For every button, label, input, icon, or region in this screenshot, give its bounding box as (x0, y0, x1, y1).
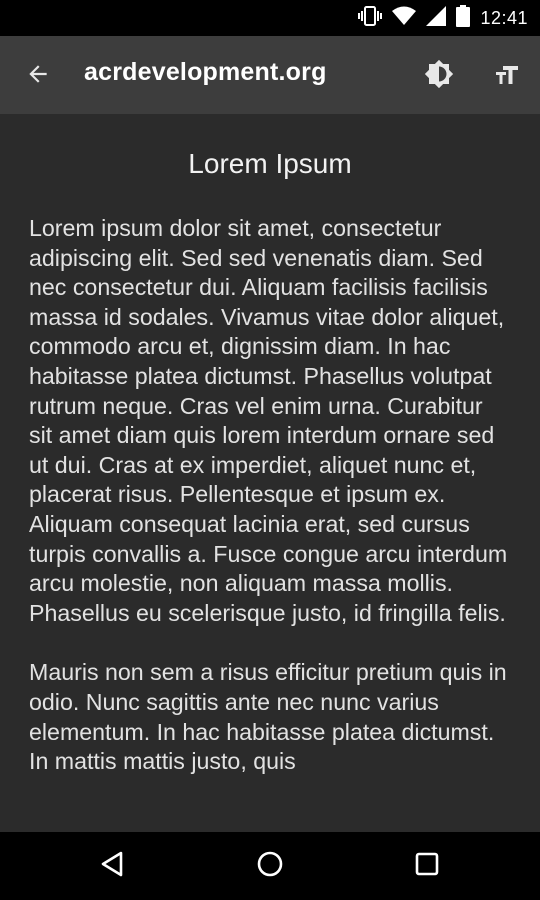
status-icons: 12:41 (358, 0, 528, 36)
status-time: 12:41 (480, 7, 528, 28)
article-paragraph: Mauris non sem a risus efficitur pretium… (29, 659, 507, 775)
page-title: acrdevelopment.org (84, 58, 327, 86)
system-nav-bar (0, 832, 540, 900)
nav-home-button[interactable] (246, 846, 294, 886)
vibrate-icon (358, 5, 383, 32)
brightness-icon (424, 59, 454, 94)
back-button[interactable] (18, 56, 58, 96)
text-size-button[interactable] (486, 55, 528, 97)
article-content[interactable]: Lorem Ipsum Lorem ipsum dolor sit amet, … (0, 114, 540, 832)
nav-recents-button[interactable] (403, 846, 451, 886)
article-title: Lorem Ipsum (188, 148, 352, 179)
arrow-back-icon (25, 61, 51, 92)
cell-signal-icon (426, 5, 447, 31)
nav-back-button[interactable] (88, 846, 136, 886)
recents-square-icon (414, 851, 440, 882)
battery-icon (456, 4, 471, 32)
home-circle-icon (256, 850, 284, 883)
article-paragraph: Lorem ipsum dolor sit amet, consectetur … (29, 215, 508, 626)
text-size-icon (494, 63, 520, 90)
back-triangle-icon (99, 850, 125, 883)
article-body: Lorem ipsum dolor sit amet, consectetur … (0, 214, 540, 777)
status-bar: 12:41 (0, 0, 540, 36)
app-toolbar: acrdevelopment.org (0, 36, 540, 114)
wifi-icon (392, 6, 417, 31)
brightness-button[interactable] (418, 55, 460, 97)
